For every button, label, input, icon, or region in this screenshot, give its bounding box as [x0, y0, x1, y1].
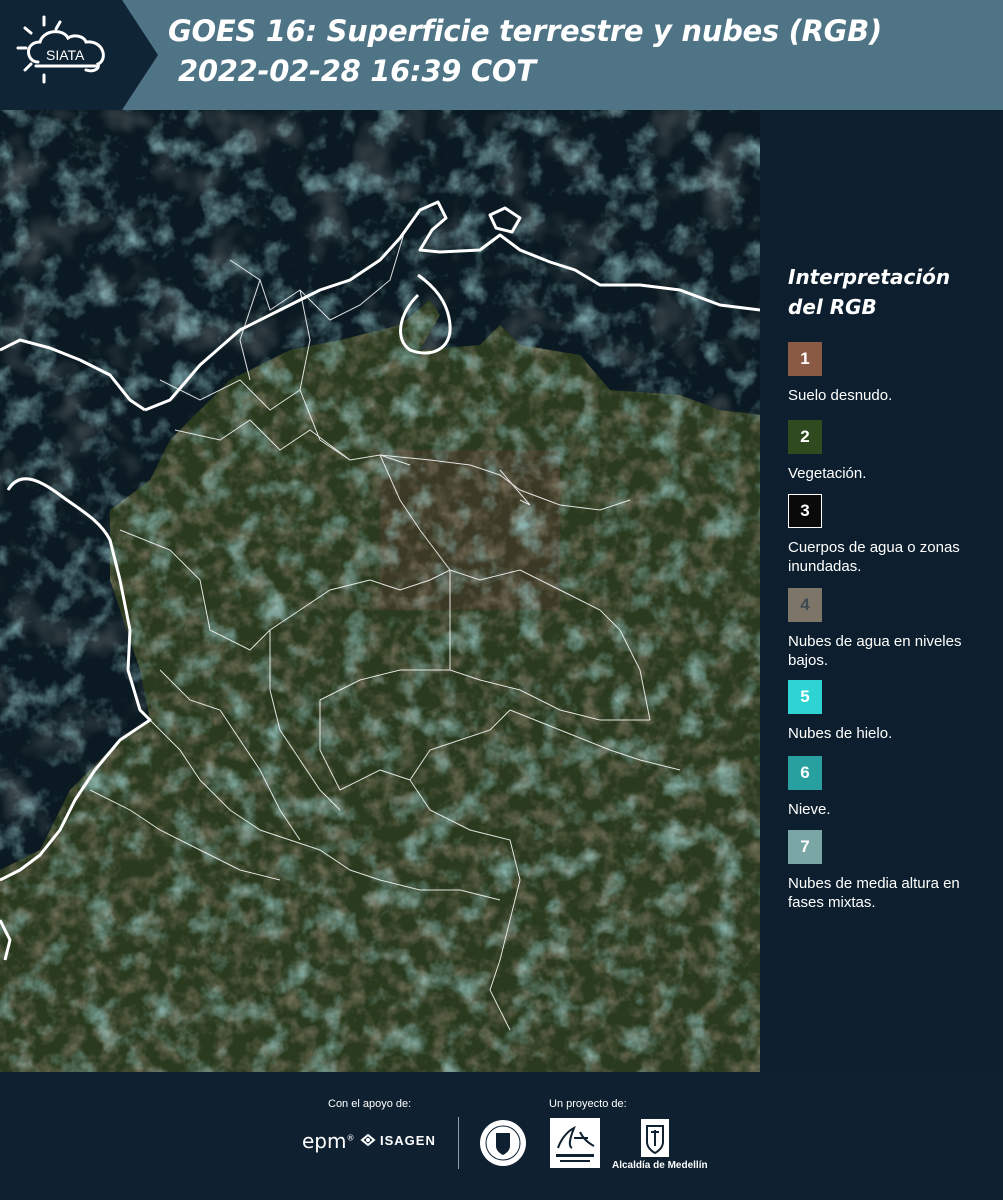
legend-label: Nieve. [788, 801, 831, 818]
legend-item-7: 7 Nubes de media altura en fases mixtas. [788, 830, 988, 912]
legend-label: Nubes de agua en niveles bajos. [788, 633, 962, 669]
project-label: Un proyecto de: [549, 1098, 627, 1110]
sun-cloud-icon: SIATA [16, 15, 105, 84]
legend-swatch: 6 [788, 756, 822, 790]
legend-item-3: 3 Cuerpos de agua o zonas inundadas. [788, 494, 988, 576]
isagen-logo[interactable]: ISAGEN [360, 1132, 436, 1148]
rgb-composite-image [0, 110, 760, 1072]
page-timestamp: 2022-02-28 16:39 COT [178, 54, 536, 88]
footer: Con el apoyo de: Un proyecto de: epm® IS… [0, 1072, 1003, 1200]
legend-swatch: 5 [788, 680, 822, 714]
legend-title: Interpretación del RGB [788, 262, 988, 322]
epm-logo[interactable]: epm® [302, 1129, 354, 1153]
legend-title-line-2: del RGB [788, 295, 877, 319]
page-title: GOES 16: Superficie terrestre y nubes (R… [168, 14, 882, 48]
isagen-logo-text: ISAGEN [380, 1132, 436, 1148]
legend-swatch: 3 [788, 494, 822, 528]
legend-item-4: 4 Nubes de agua en niveles bajos. [788, 588, 988, 670]
legend-item-2: 2 Vegetación. [788, 420, 988, 483]
support-label: Con el apoyo de: [328, 1098, 412, 1110]
legend-label: Nubes de media altura en fases mixtas. [788, 875, 960, 911]
alcaldia-coat-of-arms-icon[interactable] [640, 1118, 670, 1158]
satellite-map[interactable] [0, 110, 760, 1072]
medellin-seal-icon[interactable] [478, 1118, 528, 1168]
legend-label: Cuerpos de agua o zonas inundadas. [788, 539, 960, 575]
legend: Interpretación del RGB 1 Suelo desnudo. 2 V… [788, 262, 988, 911]
logo-text: SIATA [46, 47, 85, 63]
legend-item-1: 1 Suelo desnudo. [788, 342, 988, 405]
legend-title-line-1: Interpretación [788, 265, 951, 289]
legend-swatch: 2 [788, 420, 822, 454]
legend-swatch: 1 [788, 342, 822, 376]
legend-swatch: 7 [788, 830, 822, 864]
header: SIATA GOES 16: Superficie terrestre y nu… [0, 0, 1003, 110]
alcaldia-logo-text: Alcaldía de Medellín [612, 1160, 708, 1171]
legend-item-5: 5 Nubes de hielo. [788, 680, 988, 743]
isagen-mark-icon [360, 1133, 376, 1147]
epm-logo-text: epm [302, 1129, 347, 1153]
legend-label: Suelo desnudo. [788, 387, 893, 404]
area-metropolitana-logo-icon[interactable] [550, 1118, 600, 1168]
legend-item-6: 6 Nieve. [788, 756, 988, 819]
legend-swatch: 4 [788, 588, 822, 622]
footer-divider [458, 1117, 459, 1169]
legend-label: Nubes de hielo. [788, 725, 893, 742]
legend-label: Vegetación. [788, 465, 867, 482]
